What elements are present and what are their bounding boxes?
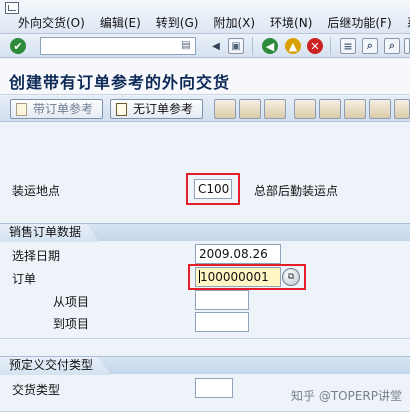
more-icon[interactable] (394, 99, 410, 119)
menu-system[interactable]: 系 (407, 14, 410, 31)
menu-bar: 外向交货(O) 编辑(E) 转到(G) 附加(X) 环境(N) 后继功能(F) … (0, 0, 410, 34)
menu-outbound-delivery[interactable]: 外向交货(O) (18, 14, 85, 31)
delivery-type-group-title: 预定义交付类型 (0, 357, 112, 375)
standard-toolbar: ✔ ▤ ◀ ▣ ◀ ▲ ✕ ≡ ⌕ ⌕ (0, 34, 410, 58)
search-help-icon[interactable]: ⧉ (282, 268, 300, 286)
application-toolbar: 带订单参考 无订单参考 (0, 96, 410, 122)
shipping-point-input[interactable]: C100 (194, 179, 232, 199)
selection-date-label: 选择日期 (12, 249, 61, 263)
delivery-type-input[interactable] (195, 378, 233, 398)
order-input[interactable]: 100000001 (195, 267, 281, 287)
exit-icon[interactable]: ▲ (285, 38, 301, 54)
from-item-label: 从项目 (53, 295, 90, 309)
shipping-point-description: 总部后勤装运点 (254, 184, 339, 198)
watermark: 知乎 @TOPERP讲堂 (291, 389, 402, 403)
find-icon[interactable]: ⌕ (362, 38, 378, 54)
document-icon (16, 103, 27, 116)
shipping-point-label: 装运地点 (12, 184, 61, 198)
from-item-input[interactable] (195, 290, 249, 310)
order-label: 订单 (12, 272, 37, 286)
document-icon (116, 103, 127, 116)
selection-date-input[interactable]: 2009.08.26 (195, 244, 281, 264)
check-icon[interactable]: ✔ (10, 38, 26, 54)
overview-icon[interactable] (264, 99, 286, 119)
items-icon[interactable] (319, 99, 341, 119)
back-icon[interactable]: ◀ (262, 38, 278, 54)
cancel-icon[interactable]: ✕ (307, 38, 323, 54)
sales-order-group-title: 销售订单数据 (0, 224, 100, 242)
with-order-reference-label: 带订单参考 (33, 102, 94, 116)
menu-follow-on-functions[interactable]: 后继功能(F) (327, 14, 391, 31)
menu-goto[interactable]: 转到(G) (156, 14, 199, 31)
sales-order-group-header: 销售订单数据 (0, 223, 410, 242)
copy-icon[interactable] (214, 99, 236, 119)
menu-items: 外向交货(O) 编辑(E) 转到(G) 附加(X) 环境(N) 后继功能(F) … (18, 14, 410, 31)
to-item-input[interactable] (195, 312, 249, 332)
menu-environment[interactable]: 环境(N) (270, 14, 312, 31)
with-order-reference-button[interactable]: 带订单参考 (10, 99, 103, 119)
header-icon[interactable] (294, 99, 316, 119)
without-order-reference-label: 无订单参考 (133, 102, 194, 116)
print-icon[interactable]: ≡ (340, 38, 356, 54)
status-icon[interactable] (369, 99, 391, 119)
save-icon[interactable]: ▣ (228, 38, 244, 54)
work-area: 装运地点 C100 总部后勤装运点 销售订单数据 选择日期 2009.08.26… (0, 123, 410, 412)
order-input-value: 100000001 (200, 270, 269, 284)
without-order-reference-button[interactable]: 无订单参考 (110, 99, 203, 119)
menu-extras[interactable]: 附加(X) (213, 14, 255, 31)
to-item-label: 到项目 (53, 317, 90, 331)
first-page-icon[interactable] (404, 38, 410, 54)
page-title: 创建带有订单参考的外向交货 (9, 73, 231, 92)
command-field[interactable] (40, 37, 196, 55)
toolbar-divider (330, 37, 331, 55)
system-menu-icon[interactable] (5, 2, 19, 14)
texts-icon[interactable] (344, 99, 366, 119)
find-next-icon[interactable]: ⌕ (384, 38, 400, 54)
collapse-arrow-icon[interactable]: ◀ (208, 38, 224, 54)
toolbar-divider (252, 37, 253, 55)
menu-edit[interactable]: 编辑(E) (100, 14, 141, 31)
title-area: 创建带有订单参考的外向交货 (0, 59, 410, 95)
delivery-type-group-header: 预定义交付类型 (0, 356, 410, 375)
partner-icon[interactable] (239, 99, 261, 119)
command-field-history-icon[interactable]: ▤ (180, 39, 192, 52)
delivery-type-label: 交货类型 (12, 383, 61, 397)
